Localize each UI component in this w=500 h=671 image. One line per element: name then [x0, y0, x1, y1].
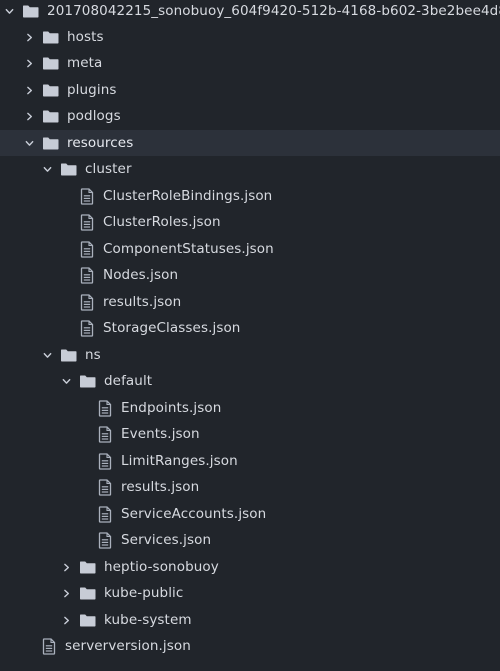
tree-file-label: Endpoints.json — [121, 400, 222, 416]
tree-file-item[interactable]: ComponentStatuses.json — [0, 236, 500, 262]
file-icon — [78, 214, 95, 231]
tree-folder-label: resources — [67, 135, 134, 151]
folder-icon — [42, 135, 59, 152]
file-icon — [40, 638, 57, 655]
tree-folder-kube-system[interactable]: kube-system — [0, 607, 500, 633]
chevron-right-icon[interactable] — [24, 85, 34, 95]
folder-icon — [42, 29, 59, 46]
chevron-right-icon[interactable] — [61, 562, 71, 572]
folder-icon — [60, 347, 77, 364]
folder-icon — [79, 373, 96, 390]
tree-folder-label: meta — [67, 55, 103, 71]
tree-folder-plugins[interactable]: plugins — [0, 77, 500, 103]
tree-file-item[interactable]: ClusterRoleBindings.json — [0, 183, 500, 209]
tree-file-label: ClusterRoleBindings.json — [103, 188, 273, 204]
folder-icon — [42, 55, 59, 72]
tree-folder-label: kube-system — [104, 612, 192, 628]
tree-file-item[interactable]: LimitRanges.json — [0, 448, 500, 474]
tree-folder-ns[interactable]: ns — [0, 342, 500, 368]
tree-file-label: ComponentStatuses.json — [103, 241, 274, 257]
tree-folder-label: ns — [85, 347, 101, 363]
tree-file-item[interactable]: results.json — [0, 474, 500, 500]
file-icon — [78, 320, 95, 337]
folder-icon — [42, 82, 59, 99]
file-icon — [78, 188, 95, 205]
chevron-right-icon[interactable] — [61, 588, 71, 598]
file-icon — [96, 506, 113, 523]
tree-file-item[interactable]: Nodes.json — [0, 262, 500, 288]
file-icon — [78, 267, 95, 284]
file-tree: 201708042215_sonobuoy_604f9420-512b-4168… — [0, 0, 500, 671]
tree-folder-label: heptio-sonobuoy — [104, 559, 219, 575]
folder-icon — [42, 108, 59, 125]
folder-icon — [79, 612, 96, 629]
tree-file-label: results.json — [121, 479, 200, 495]
chevron-right-icon[interactable] — [24, 32, 34, 42]
tree-folder-label: plugins — [67, 82, 117, 98]
tree-folder-heptio-sonobuoy[interactable]: heptio-sonobuoy — [0, 554, 500, 580]
tree-file-item[interactable]: Endpoints.json — [0, 395, 500, 421]
tree-file-item[interactable]: StorageClasses.json — [0, 315, 500, 341]
tree-folder-default[interactable]: default — [0, 368, 500, 394]
tree-file-label: ClusterRoles.json — [103, 214, 221, 230]
tree-file-label: Events.json — [121, 426, 200, 442]
tree-file-label: Services.json — [121, 532, 212, 548]
file-icon — [96, 453, 113, 470]
tree-file-item[interactable]: serverversion.json — [0, 633, 500, 659]
tree-folder-label: hosts — [67, 29, 104, 45]
tree-file-item[interactable]: results.json — [0, 289, 500, 315]
folder-icon — [79, 585, 96, 602]
chevron-right-icon[interactable] — [24, 58, 34, 68]
tree-file-label: LimitRanges.json — [121, 453, 238, 469]
tree-folder-root[interactable]: 201708042215_sonobuoy_604f9420-512b-4168… — [0, 0, 500, 24]
tree-file-label: Nodes.json — [103, 267, 179, 283]
file-icon — [96, 479, 113, 496]
chevron-down-icon[interactable] — [4, 6, 14, 16]
tree-folder-resources[interactable]: resources — [0, 130, 500, 156]
file-icon — [96, 532, 113, 549]
chevron-down-icon[interactable] — [42, 350, 52, 360]
tree-file-item[interactable]: Events.json — [0, 421, 500, 447]
tree-folder-label: cluster — [85, 161, 132, 177]
tree-folder-kube-public[interactable]: kube-public — [0, 580, 500, 606]
tree-file-item[interactable]: ClusterRoles.json — [0, 209, 500, 235]
tree-file-label: ServiceAccounts.json — [121, 506, 267, 522]
chevron-right-icon[interactable] — [24, 111, 34, 121]
tree-folder-hosts[interactable]: hosts — [0, 24, 500, 50]
tree-folder-podlogs[interactable]: podlogs — [0, 103, 500, 129]
chevron-down-icon[interactable] — [24, 138, 34, 148]
tree-folder-cluster[interactable]: cluster — [0, 156, 500, 182]
tree-folder-label: podlogs — [67, 108, 121, 124]
folder-icon — [79, 559, 96, 576]
tree-folder-label: 201708042215_sonobuoy_604f9420-512b-4168… — [47, 3, 500, 19]
file-icon — [78, 294, 95, 311]
file-icon — [78, 241, 95, 258]
tree-folder-label: default — [104, 373, 153, 389]
tree-folder-label: kube-public — [104, 585, 184, 601]
chevron-right-icon[interactable] — [61, 615, 71, 625]
tree-file-item[interactable]: ServiceAccounts.json — [0, 501, 500, 527]
tree-file-label: results.json — [103, 294, 182, 310]
file-icon — [96, 426, 113, 443]
folder-icon — [60, 161, 77, 178]
tree-folder-meta[interactable]: meta — [0, 50, 500, 76]
chevron-down-icon[interactable] — [61, 376, 71, 386]
tree-file-item[interactable]: Services.json — [0, 527, 500, 553]
folder-icon — [22, 3, 39, 20]
tree-file-label: StorageClasses.json — [103, 320, 241, 336]
tree-file-label: serverversion.json — [65, 638, 191, 654]
file-icon — [96, 400, 113, 417]
chevron-down-icon[interactable] — [42, 164, 52, 174]
